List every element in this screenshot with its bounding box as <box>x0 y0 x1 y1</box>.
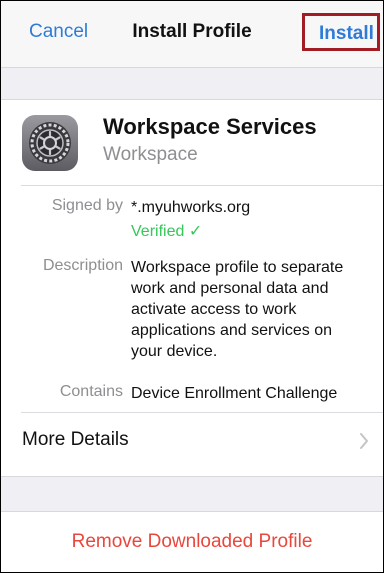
description-text: Workspace profile to separate work and p… <box>131 257 343 362</box>
description-line: applications and services on <box>131 322 333 339</box>
more-details-row[interactable]: More Details <box>22 429 129 451</box>
description-line: work and personal data and <box>131 280 329 297</box>
remove-profile-section: Remove Downloaded Profile <box>1 511 383 572</box>
navigation-bar: Cancel Install Profile Install <box>1 1 383 68</box>
description-line: activate access to work <box>131 301 297 318</box>
description-label: Description <box>42 257 123 274</box>
remove-downloaded-profile-button[interactable]: Remove Downloaded Profile <box>1 531 383 553</box>
profile-name: Workspace Services <box>103 114 317 139</box>
profile-card: Workspace Services Workspace Signed by *… <box>1 99 383 477</box>
description-line: your device. <box>131 343 218 360</box>
divider <box>21 412 383 413</box>
profile-organization: Workspace <box>103 144 198 165</box>
settings-gear-icon <box>22 115 78 171</box>
signed-by-label: Signed by <box>51 197 123 214</box>
install-profile-screen: Cancel Install Profile Install Workspace <box>0 0 384 573</box>
install-button[interactable]: Install <box>302 13 380 51</box>
contains-label: Contains <box>59 383 123 400</box>
verified-badge: Verified ✓ <box>131 223 203 240</box>
contains-value: Device Enrollment Challenge <box>131 385 338 402</box>
description-line: Workspace profile to separate <box>131 259 344 276</box>
signed-by-value: *.myuhworks.org <box>131 199 251 216</box>
divider <box>21 185 383 186</box>
chevron-right-icon <box>360 433 368 449</box>
